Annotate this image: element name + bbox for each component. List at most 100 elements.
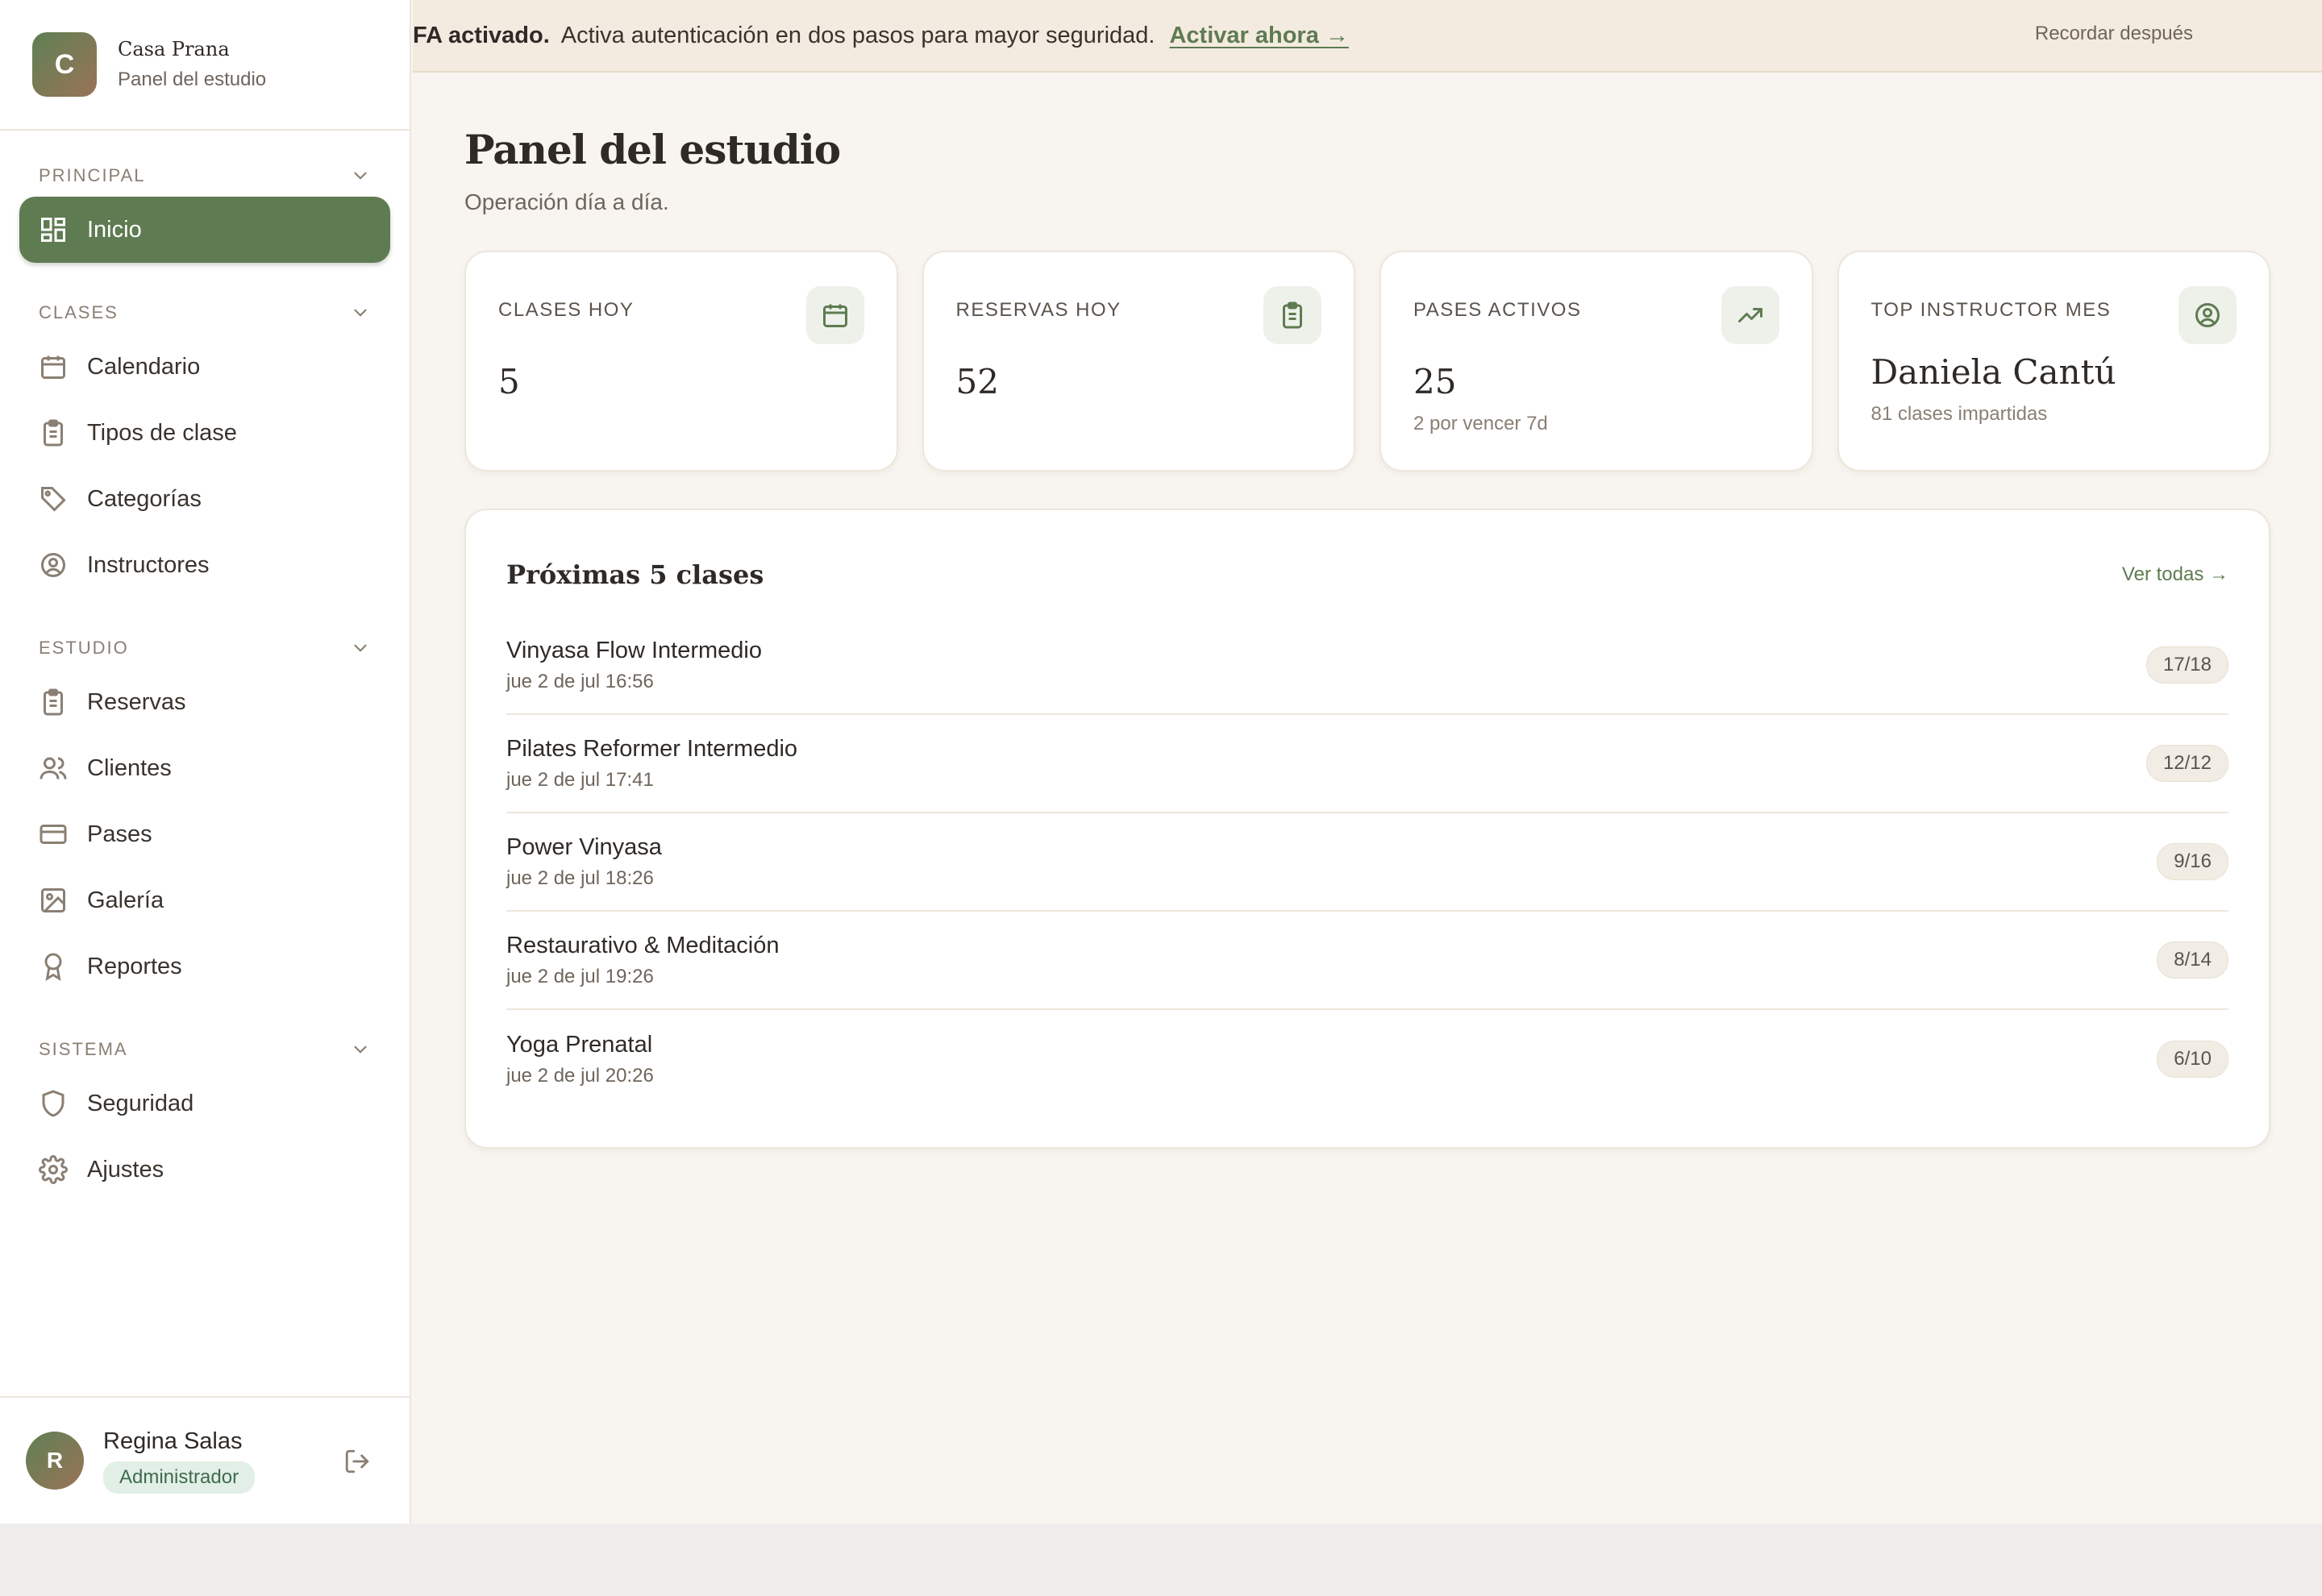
- stat-icon: [2178, 286, 2237, 344]
- shield-icon: [42, 1090, 64, 1117]
- class-time: jue 2 de jul 17:41: [506, 768, 654, 791]
- section-title: ESTUDIO: [39, 638, 129, 658]
- activate-now-link[interactable]: Activar ahora →: [1169, 23, 1348, 49]
- clipboard-icon: [44, 688, 63, 716]
- section-estudio-toggle[interactable]: ESTUDIO: [0, 627, 410, 669]
- stat-value: 25: [1413, 362, 1457, 401]
- stat-value: 52: [955, 362, 999, 401]
- page-title: Panel del estudio: [464, 126, 841, 173]
- capacity-badge: 8/14: [2157, 941, 2228, 979]
- section-title: CLASES: [39, 302, 119, 322]
- sidebar-item-label: Tipos de clase: [87, 419, 237, 446]
- list-item[interactable]: Restaurativo & Meditación jue 2 de jul 1…: [506, 912, 2228, 1010]
- upcoming-classes-panel: Próximas 5 clases Ver todas → Vinyasa Fl…: [464, 509, 2270, 1149]
- brand-logo: C: [32, 32, 97, 97]
- sidebar-item-clientes[interactable]: Clientes: [19, 735, 390, 801]
- class-time: jue 2 de jul 16:56: [506, 670, 654, 692]
- stat-icon: [1721, 286, 1779, 344]
- brand-text: Casa Prana Panel del estudio: [118, 38, 266, 91]
- banner-message: Activa autenticación en dos pasos para m…: [560, 22, 1155, 48]
- stat-card-reservas-hoy: RESERVAS HOY 52: [922, 251, 1355, 472]
- remind-later-button[interactable]: Recordar después: [2035, 23, 2193, 45]
- stat-value: Daniela Cantú: [1870, 352, 2116, 392]
- sidebar-item-label: Pases: [87, 821, 152, 847]
- user-name: Regina Salas: [103, 1428, 243, 1454]
- sidebar-item-label: Inicio: [87, 216, 142, 243]
- list-item[interactable]: Power Vinyasa jue 2 de jul 18:26 9/16: [506, 813, 2228, 912]
- stat-icon: [1263, 286, 1321, 344]
- sidebar: C Casa Prana Panel del estudio PRINCIPAL…: [0, 0, 411, 1523]
- sidebar-item-label: Galería: [87, 887, 164, 913]
- sidebar-item-label: Ajustes: [87, 1156, 164, 1182]
- clipboard-icon: [44, 419, 63, 447]
- sidebar-item-label: Calendario: [87, 353, 201, 380]
- banner-strong-text: FA activado.: [413, 22, 550, 48]
- security-banner: FA activado. Activa autenticación en dos…: [413, 0, 2322, 73]
- class-name: Pilates Reformer Intermedio: [506, 735, 798, 762]
- sidebar-item-label: Seguridad: [87, 1090, 194, 1116]
- chevron-down-icon: [354, 172, 367, 180]
- sidebar-item-galeria[interactable]: Galería: [19, 867, 390, 933]
- view-all-link[interactable]: Ver todas →: [2122, 563, 2228, 586]
- list-item[interactable]: Vinyasa Flow Intermedio jue 2 de jul 16:…: [506, 617, 2228, 715]
- capacity-badge: 12/12: [2145, 745, 2228, 782]
- sidebar-item-instructores[interactable]: Instructores: [19, 532, 390, 598]
- trending-up-icon: [1737, 308, 1762, 322]
- app-window: C Casa Prana Panel del estudio PRINCIPAL…: [0, 0, 2322, 1523]
- chevron-down-icon: [354, 309, 367, 317]
- sidebar-item-label: Clientes: [87, 754, 172, 781]
- user-role-badge: Administrador: [103, 1461, 256, 1494]
- stat-card-clases-hoy: CLASES HOY 5: [464, 251, 898, 472]
- stat-card-pases-activos: PASES ACTIVOS 25 2 por vencer 7d: [1379, 251, 1813, 472]
- sidebar-item-reportes[interactable]: Reportes: [19, 933, 390, 1000]
- clipboard-icon: [1283, 301, 1302, 329]
- sidebar-item-inicio[interactable]: Inicio: [19, 197, 390, 263]
- user-profile: R Regina Salas Administrador: [0, 1396, 410, 1523]
- chevron-down-icon: [354, 1045, 367, 1054]
- stats-row: CLASES HOY 5 RESERVAS HOY 52 PASES ACTIV…: [464, 251, 2270, 472]
- list-item[interactable]: Yoga Prenatal jue 2 de jul 20:26 6/10: [506, 1010, 2228, 1108]
- sidebar-item-pases[interactable]: Pases: [19, 801, 390, 867]
- panel-title: Próximas 5 clases: [506, 559, 764, 590]
- section-clases-toggle[interactable]: CLASES: [0, 292, 410, 334]
- sidebar-item-reservas[interactable]: Reservas: [19, 669, 390, 735]
- class-time: jue 2 de jul 19:26: [506, 965, 654, 987]
- class-time: jue 2 de jul 18:26: [506, 867, 654, 889]
- sidebar-item-seguridad[interactable]: Seguridad: [19, 1070, 390, 1137]
- sidebar-item-label: Instructores: [87, 551, 210, 578]
- sidebar-item-label: Categorías: [87, 485, 202, 512]
- list-item[interactable]: Pilates Reformer Intermedio jue 2 de jul…: [506, 715, 2228, 813]
- user-info: Regina Salas Administrador: [103, 1428, 256, 1494]
- sidebar-item-calendario[interactable]: Calendario: [19, 334, 390, 400]
- credit-card-icon: [40, 825, 67, 844]
- avatar[interactable]: R: [26, 1432, 84, 1490]
- user-circle-icon: [2195, 303, 2220, 327]
- section-principal-toggle[interactable]: PRINCIPAL: [0, 155, 410, 197]
- sidebar-item-label: Reservas: [87, 688, 186, 715]
- image-icon: [41, 888, 65, 912]
- capacity-badge: 6/10: [2157, 1041, 2228, 1078]
- sidebar-item-categorias[interactable]: Categorías: [19, 466, 390, 532]
- award-icon: [44, 953, 62, 981]
- logout-icon[interactable]: [343, 1448, 371, 1475]
- tag-icon: [41, 487, 66, 512]
- page-subtitle: Operación día a día.: [464, 189, 669, 214]
- chevron-down-icon: [354, 644, 367, 652]
- stat-icon: [805, 286, 864, 344]
- class-name: Vinyasa Flow Intermedio: [506, 637, 763, 663]
- sidebar-item-ajustes[interactable]: Ajustes: [19, 1137, 390, 1203]
- sidebar-item-tipos-de-clase[interactable]: Tipos de clase: [19, 400, 390, 466]
- class-name: Yoga Prenatal: [506, 1031, 653, 1058]
- stat-card-top-instructor: TOP INSTRUCTOR MES Daniela Cantú 81 clas…: [1837, 251, 2270, 472]
- section-title: SISTEMA: [39, 1039, 128, 1059]
- section-title: PRINCIPAL: [39, 165, 146, 185]
- sidebar-item-label: Reportes: [87, 953, 182, 979]
- class-time: jue 2 de jul 20:26: [506, 1064, 654, 1087]
- brand-subtitle: Panel del estudio: [118, 69, 267, 90]
- section-sistema-toggle[interactable]: SISTEMA: [0, 1029, 410, 1070]
- main-content: Panel del estudio Operación día a día. C…: [464, 73, 2270, 1149]
- brand-header[interactable]: C Casa Prana Panel del estudio: [0, 0, 410, 131]
- calendar-icon: [822, 304, 847, 327]
- panel-header: Próximas 5 clases Ver todas →: [506, 555, 2228, 594]
- class-list: Vinyasa Flow Intermedio jue 2 de jul 16:…: [506, 617, 2228, 1108]
